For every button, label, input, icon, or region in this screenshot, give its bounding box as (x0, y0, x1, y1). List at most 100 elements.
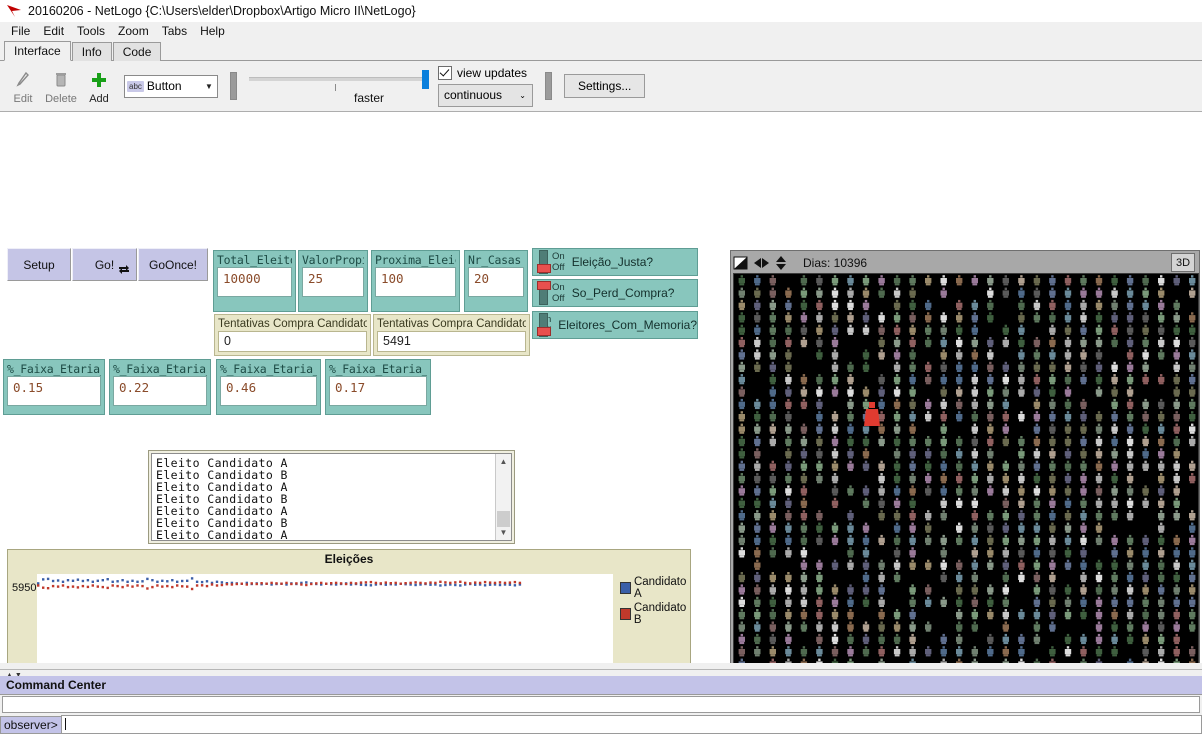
input-value[interactable]: 100 (375, 267, 456, 297)
agent-person (1018, 349, 1024, 359)
agent-person (878, 584, 884, 594)
menu-help[interactable]: Help (194, 23, 232, 40)
agent-person (1080, 325, 1086, 335)
agent-person (987, 275, 993, 285)
agent-person (909, 547, 915, 557)
plot-point (116, 585, 118, 587)
setup-button[interactable]: Setup (7, 248, 71, 281)
plot-point (201, 581, 203, 583)
plot-point (400, 583, 402, 585)
switch-knob[interactable] (537, 264, 551, 273)
agent-person (941, 337, 947, 347)
input-proxima-eleicao[interactable]: Proxima_Eleicao 100 (371, 250, 460, 312)
input-faixa-etaria-04[interactable]: %_Faixa_Etaria_04 0.17 (325, 359, 431, 415)
edit-button[interactable]: Edit (4, 63, 42, 109)
speed-slider[interactable]: faster (249, 63, 434, 109)
input-valorpropina[interactable]: ValorPropina 25 (298, 250, 368, 312)
view-updates-row[interactable]: view updates (438, 66, 533, 80)
add-button[interactable]: Add (80, 63, 118, 109)
output-scrollbar[interactable]: ▲ ▼ (495, 454, 511, 540)
input-value[interactable]: 0.22 (113, 376, 207, 406)
input-faixa-etaria-02[interactable]: %_Faixa_Etaria_02 0.22 (109, 359, 211, 415)
menu-zoom[interactable]: Zoom (112, 23, 156, 40)
switch-eleicao-justa[interactable]: On Off Eleição_Justa? (532, 248, 698, 276)
switch-toggle[interactable] (537, 281, 551, 305)
settings-button[interactable]: Settings... (564, 74, 645, 98)
switch-toggle[interactable] (537, 250, 551, 274)
command-center: Command Center observer> (0, 676, 1202, 724)
menu-tabs[interactable]: Tabs (156, 23, 194, 40)
speed-slider-center-mark (335, 84, 336, 91)
agent-person (816, 560, 822, 570)
scroll-down-icon[interactable]: ▼ (496, 525, 511, 540)
menu-file[interactable]: File (5, 23, 37, 40)
agent-person (941, 646, 947, 656)
plot-point (345, 583, 347, 585)
monitor-label: Tentativas Compra Candidato B (377, 317, 526, 331)
dimensions-icon[interactable] (733, 256, 750, 270)
plot-point (330, 582, 332, 584)
switch-so-perd-compra[interactable]: On Off So_Perd_Compra? (532, 279, 698, 307)
agent-person (1049, 659, 1055, 663)
agent-person (956, 275, 962, 285)
agent-person (863, 275, 869, 285)
tab-code[interactable]: Code (113, 42, 162, 61)
input-total-eleitores[interactable]: Total_Eleitores 10000 (213, 250, 296, 312)
agent-person (1080, 424, 1086, 434)
horizontal-arrows-icon[interactable] (753, 256, 770, 270)
command-center-output[interactable] (2, 696, 1200, 713)
agent-person (832, 337, 838, 347)
agent-person (1142, 399, 1148, 409)
switch-knob[interactable] (537, 327, 551, 336)
agent-person (1111, 399, 1117, 409)
widget-type-select[interactable]: abc Button ▼ (124, 75, 218, 98)
agent-person (754, 436, 760, 446)
plot-canvas[interactable] (37, 574, 613, 663)
plot-point (305, 581, 307, 583)
input-faixa-etaria-01[interactable]: %_Faixa_Etaria_01 0.15 (3, 359, 105, 415)
input-value[interactable]: 25 (302, 267, 364, 297)
agent-person (801, 288, 807, 298)
legend-swatch (620, 582, 631, 594)
agent-person (1003, 523, 1009, 533)
input-value[interactable]: 20 (468, 267, 524, 297)
tab-info[interactable]: Info (72, 42, 112, 61)
plot-point (186, 585, 188, 587)
agent-person (770, 461, 776, 471)
agent-person (1065, 547, 1071, 557)
menu-tools[interactable]: Tools (71, 23, 112, 40)
vertical-arrows-icon[interactable] (773, 256, 790, 270)
agent-person (1034, 448, 1040, 458)
switch-knob[interactable] (537, 281, 551, 290)
goonce-button[interactable]: GoOnce! (138, 248, 208, 281)
go-button[interactable]: Go! (72, 248, 137, 281)
delete-button[interactable]: Delete (42, 63, 80, 109)
menu-edit[interactable]: Edit (37, 23, 71, 40)
agent-person (1080, 411, 1086, 421)
agent-person (1189, 362, 1195, 372)
switch-eleitores-com-memoria[interactable]: On Off Eleitores_Com_Memoria? (532, 311, 698, 339)
plot-point (454, 584, 456, 586)
scroll-up-icon[interactable]: ▲ (496, 454, 511, 469)
output-box[interactable]: Eleito Candidato AEleito Candidato BElei… (151, 453, 512, 541)
agent-person (1189, 411, 1195, 421)
input-value[interactable]: 0.15 (7, 376, 101, 406)
input-value[interactable]: 0.46 (220, 376, 317, 406)
update-mode-select[interactable]: continuous ⌄ (438, 84, 533, 107)
world-canvas[interactable] (733, 273, 1199, 663)
agent-person (972, 609, 978, 619)
input-nr-casas[interactable]: Nr_Casas 20 (464, 250, 528, 312)
agent-person (863, 622, 869, 632)
input-value[interactable]: 10000 (217, 267, 292, 297)
speed-slider-knob[interactable] (422, 70, 429, 89)
switch-toggle[interactable] (537, 313, 538, 337)
agent-person (1127, 424, 1133, 434)
view-updates-checkbox[interactable] (438, 66, 452, 80)
agent-person (1174, 275, 1180, 285)
3d-view-button[interactable]: 3D (1171, 253, 1195, 272)
switch-on-label: On (552, 282, 565, 293)
command-input[interactable] (61, 715, 1202, 734)
input-value[interactable]: 0.17 (329, 376, 427, 406)
tab-interface[interactable]: Interface (4, 41, 71, 61)
input-faixa-etaria-03[interactable]: %_Faixa_Etaria_03 0.46 (216, 359, 321, 415)
